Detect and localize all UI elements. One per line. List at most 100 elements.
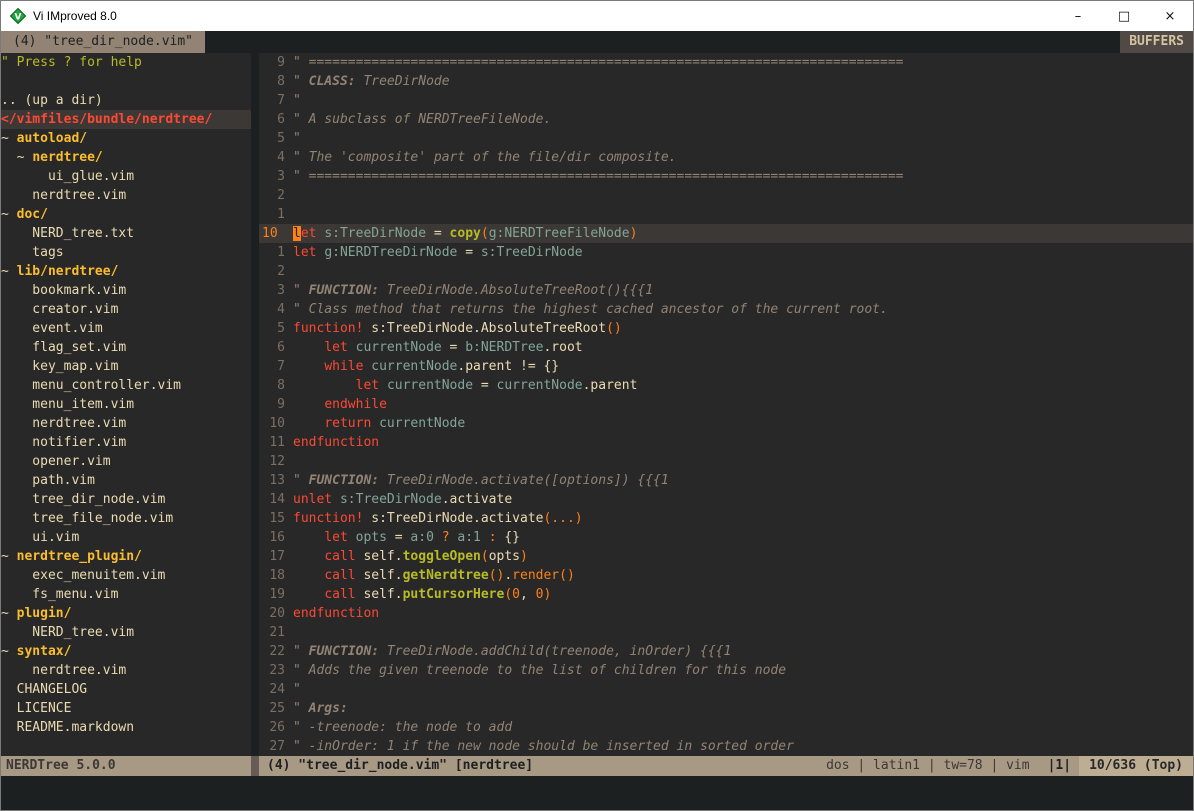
- editor-line[interactable]: 18 call self.getNerdtree().render(): [259, 566, 1193, 585]
- line-number: 8: [259, 376, 293, 395]
- token-orange: (...): [543, 511, 582, 526]
- editor-line[interactable]: 7 while currentNode.parent != {}: [259, 357, 1193, 376]
- nerdtree-item[interactable]: LICENCE: [1, 699, 251, 718]
- nerdtree-item[interactable]: path.vim: [1, 471, 251, 490]
- editor-line[interactable]: 2: [259, 262, 1193, 281]
- close-button[interactable]: ×: [1147, 1, 1193, 31]
- nerdtree-item[interactable]: ~ syntax/: [1, 642, 251, 661]
- token-orange: (: [504, 587, 512, 602]
- editor-line[interactable]: 13" FUNCTION: TreeDirNode.activate([opti…: [259, 471, 1193, 490]
- code-text: [293, 452, 1193, 471]
- nerdtree-item[interactable]: menu_item.vim: [1, 395, 251, 414]
- minimize-button[interactable]: –: [1055, 1, 1101, 31]
- editor-line[interactable]: 7": [259, 91, 1193, 110]
- vertical-split[interactable]: [251, 53, 259, 756]
- nerdtree-item[interactable]: fs_menu.vim: [1, 585, 251, 604]
- editor-line[interactable]: 23" Adds the given treenode to the list …: [259, 661, 1193, 680]
- editor-line[interactable]: 19 call self.putCursorHere(0, 0): [259, 585, 1193, 604]
- token-com: ": [293, 644, 309, 659]
- nerdtree-item[interactable]: ~ doc/: [1, 205, 251, 224]
- vim-icon[interactable]: V: [10, 8, 26, 24]
- nerdtree-item[interactable]: exec_menuitem.vim: [1, 566, 251, 585]
- nerdtree-item[interactable]: ui_glue.vim: [1, 167, 251, 186]
- nerdtree-item[interactable]: ~ nerdtree_plugin/: [1, 547, 251, 566]
- token-fg: [371, 416, 379, 431]
- nerdtree-item[interactable]: notifier.vim: [1, 433, 251, 452]
- nerdtree-item[interactable]: NERD_tree.txt: [1, 224, 251, 243]
- token-fg: self.: [356, 587, 403, 602]
- code-text: ": [293, 129, 1193, 148]
- editor-line[interactable]: 17 call self.toggleOpen(opts): [259, 547, 1193, 566]
- tab-tree-dir-node[interactable]: (4) "tree_dir_node.vim": [1, 31, 205, 53]
- nerdtree-panel[interactable]: " Press ? for help .. (up a dir)</vimfile…: [1, 53, 251, 756]
- editor-line[interactable]: 3" FUNCTION: TreeDirNode.AbsoluteTreeRoo…: [259, 281, 1193, 300]
- nerdtree-item[interactable]: nerdtree.vim: [1, 186, 251, 205]
- nerdtree-item[interactable]: NERD_tree.vim: [1, 623, 251, 642]
- editor-line[interactable]: 14unlet s:TreeDirNode.activate: [259, 490, 1193, 509]
- code-text: " -treenode: the node to add: [293, 718, 1193, 737]
- nerdtree-root-item[interactable]: </vimfiles/bundle/nerdtree/: [1, 110, 251, 129]
- editor-line[interactable]: 6 let currentNode = b:NERDTree.root: [259, 338, 1193, 357]
- nerdtree-item[interactable]: ~ autoload/: [1, 129, 251, 148]
- nerdtree-item[interactable]: bookmark.vim: [1, 281, 251, 300]
- command-line[interactable]: [1, 776, 1193, 810]
- token-red: let: [293, 245, 316, 260]
- editor-line[interactable]: 5": [259, 129, 1193, 148]
- editor-line[interactable]: 3" =====================================…: [259, 167, 1193, 186]
- editor-line[interactable]: 6" A subclass of NERDTreeFileNode.: [259, 110, 1193, 129]
- nerdtree-item[interactable]: creator.vim: [1, 300, 251, 319]
- editor-line[interactable]: 8" CLASS: TreeDirNode: [259, 72, 1193, 91]
- nerdtree-item[interactable]: [1, 72, 251, 91]
- editor-pane[interactable]: 9" =====================================…: [259, 53, 1193, 756]
- nerdtree-item[interactable]: tags: [1, 243, 251, 262]
- editor-line[interactable]: 9 endwhile: [259, 395, 1193, 414]
- nerdtree-item[interactable]: menu_controller.vim: [1, 376, 251, 395]
- editor-line[interactable]: 9" =====================================…: [259, 53, 1193, 72]
- nerdtree-item[interactable]: ~ nerdtree/: [1, 148, 251, 167]
- token-comb: FUNCTION:: [309, 644, 379, 659]
- nerdtree-item[interactable]: " Press ? for help: [1, 53, 251, 72]
- nerdtree-item[interactable]: flag_set.vim: [1, 338, 251, 357]
- editor-current-line[interactable]: 10let s:TreeDirNode = copy(g:NERDTreeFil…: [259, 224, 1193, 243]
- nerdtree-item[interactable]: ui.vim: [1, 528, 251, 547]
- editor-line[interactable]: 24": [259, 680, 1193, 699]
- editor-line[interactable]: 15function! s:TreeDirNode.activate(...): [259, 509, 1193, 528]
- token-fg: menu_controller.vim: [1, 378, 181, 393]
- nerdtree-item[interactable]: tree_dir_node.vim: [1, 490, 251, 509]
- editor-line[interactable]: 4" Class method that returns the highest…: [259, 300, 1193, 319]
- editor-line[interactable]: 22" FUNCTION: TreeDirNode.addChild(treen…: [259, 642, 1193, 661]
- nerdtree-item[interactable]: ~ plugin/: [1, 604, 251, 623]
- editor-line[interactable]: 27" -inOrder: 1 if the new node should b…: [259, 737, 1193, 756]
- nerdtree-item[interactable]: tree_file_node.vim: [1, 509, 251, 528]
- line-number: 27: [259, 737, 293, 756]
- editor-line[interactable]: 8 let currentNode = currentNode.parent: [259, 376, 1193, 395]
- editor-line[interactable]: 20endfunction: [259, 604, 1193, 623]
- nerdtree-item[interactable]: opener.vim: [1, 452, 251, 471]
- nerdtree-item[interactable]: README.markdown: [1, 718, 251, 737]
- editor-line[interactable]: 21: [259, 623, 1193, 642]
- nerdtree-item[interactable]: event.vim: [1, 319, 251, 338]
- editor-line[interactable]: 25" Args:: [259, 699, 1193, 718]
- maximize-button[interactable]: □: [1101, 1, 1147, 31]
- editor-line[interactable]: 26" -treenode: the node to add: [259, 718, 1193, 737]
- editor-line[interactable]: 16 let opts = a:0 ? a:1 : {}: [259, 528, 1193, 547]
- token-fg: ~: [1, 606, 17, 621]
- editor-line[interactable]: 4" The 'composite' part of the file/dir …: [259, 148, 1193, 167]
- editor-line[interactable]: 10 return currentNode: [259, 414, 1193, 433]
- nerdtree-item[interactable]: .. (up a dir): [1, 91, 251, 110]
- nerdtree-item[interactable]: nerdtree.vim: [1, 414, 251, 433]
- token-dir: autoload/: [17, 131, 87, 146]
- editor-line[interactable]: 11endfunction: [259, 433, 1193, 452]
- token-fg: ~: [1, 264, 17, 279]
- editor-line[interactable]: 1let g:NERDTreeDirNode = s:TreeDirNode: [259, 243, 1193, 262]
- editor-line[interactable]: 5function! s:TreeDirNode.AbsoluteTreeRoo…: [259, 319, 1193, 338]
- editor-line[interactable]: 1: [259, 205, 1193, 224]
- token-orange: :: [481, 530, 504, 545]
- nerdtree-item[interactable]: key_map.vim: [1, 357, 251, 376]
- editor-line[interactable]: 12: [259, 452, 1193, 471]
- editor-line[interactable]: 2: [259, 186, 1193, 205]
- nerdtree-item[interactable]: CHANGELOG: [1, 680, 251, 699]
- nerdtree-item[interactable]: nerdtree.vim: [1, 661, 251, 680]
- nerdtree-item[interactable]: ~ lib/nerdtree/: [1, 262, 251, 281]
- token-fg: LICENCE: [1, 701, 71, 716]
